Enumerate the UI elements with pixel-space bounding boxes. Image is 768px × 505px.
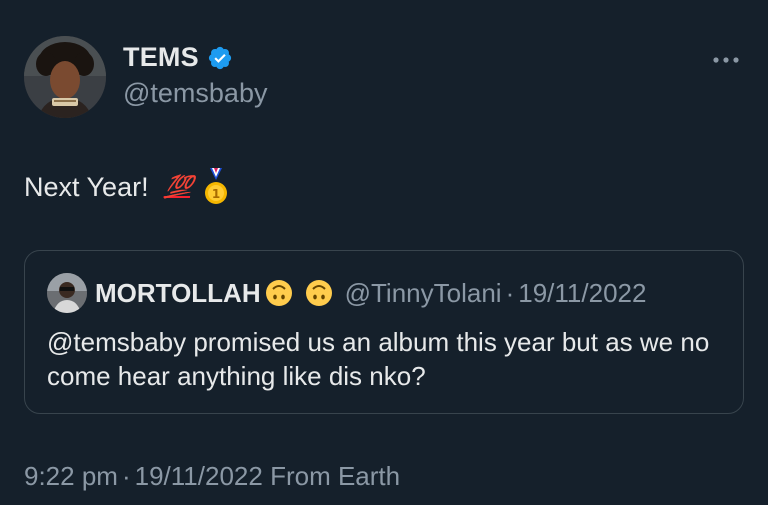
quoted-author-name[interactable]: MORTOLLAH — [95, 278, 261, 309]
quoted-tweet-header: MORTOLLAH @TinnyTolani · 19/11/2022 — [47, 273, 646, 313]
tweet-meta: 9:22 pm · 19/11/2022 From Earth — [24, 461, 400, 492]
quoted-author-avatar[interactable] — [47, 273, 87, 313]
upside-down-face-icon — [305, 279, 333, 307]
upside-down-face-icon — [265, 279, 293, 307]
separator-dot: · — [121, 461, 131, 491]
tweet-time[interactable]: 9:22 pm — [24, 461, 118, 491]
tweet-body: Next Year! — [24, 171, 149, 202]
author-handle[interactable]: @temsbaby — [123, 78, 267, 109]
tweet: TEMS @temsbaby Next Year! 💯 1 MORTOLLAH … — [0, 0, 768, 505]
author-name-row: TEMS — [123, 42, 233, 73]
hundred-points-emoji: 💯 — [162, 174, 193, 199]
author-avatar[interactable] — [24, 36, 106, 118]
tweet-source: From Earth — [270, 461, 401, 491]
verified-badge-icon[interactable] — [207, 45, 233, 71]
svg-text:1: 1 — [212, 187, 220, 201]
author-display-name[interactable]: TEMS — [123, 42, 199, 73]
quoted-author-handle[interactable]: @TinnyTolani — [345, 278, 502, 309]
first-place-medal-icon: 1 — [203, 168, 229, 206]
tweet-text: Next Year! 💯 1 — [24, 168, 229, 206]
separator-dot: · — [505, 277, 515, 308]
quoted-tweet-text: @temsbaby promised us an album this year… — [47, 327, 710, 391]
tweet-date[interactable]: 19/11/2022 — [135, 461, 263, 491]
quoted-tweet-date[interactable]: 19/11/2022 — [518, 278, 646, 309]
quoted-tweet-card[interactable]: MORTOLLAH @TinnyTolani · 19/11/2022 @tem… — [24, 250, 744, 414]
more-horizontal-icon[interactable] — [711, 50, 741, 70]
